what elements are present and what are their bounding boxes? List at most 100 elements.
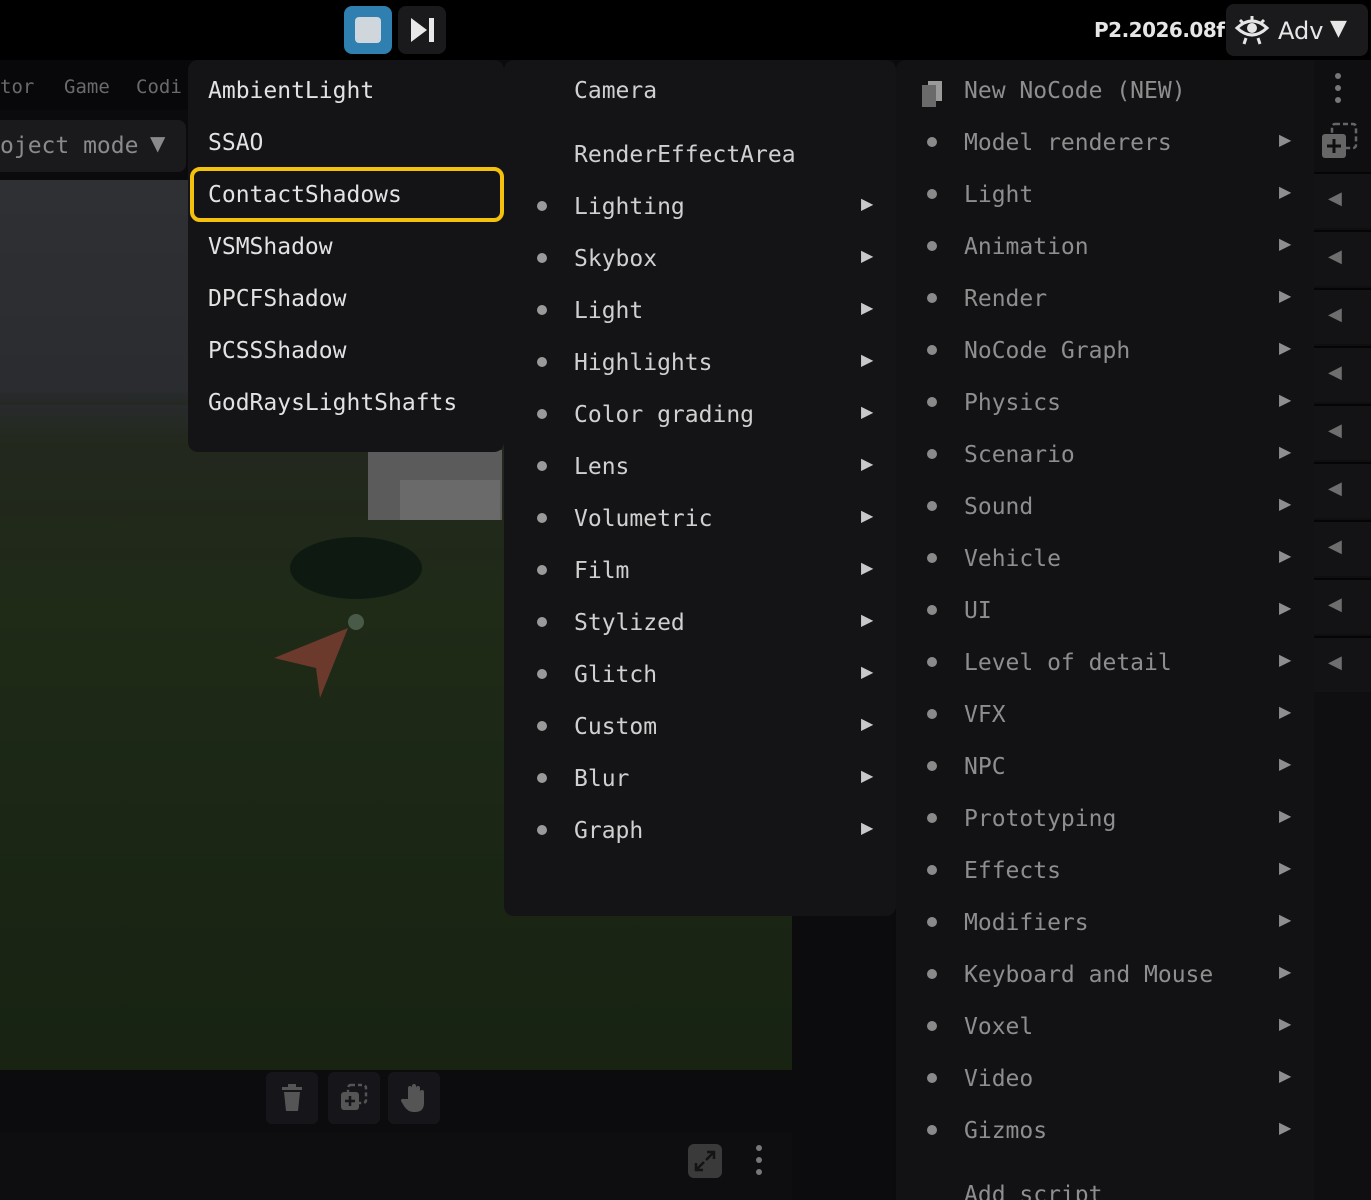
- menu-item-label: Lens: [574, 454, 630, 480]
- menu-item-voxel[interactable]: Voxel ▶: [896, 1000, 1314, 1052]
- menu-item-vsmshadow[interactable]: VSMShadow: [188, 220, 504, 272]
- menu-item-lighting[interactable]: Lighting ▶: [504, 180, 896, 232]
- menu-item-light[interactable]: Light ▶: [504, 284, 896, 336]
- menu-item-camera[interactable]: Camera: [504, 64, 896, 116]
- menu-item-level-of-detail[interactable]: Level of detail ▶: [896, 636, 1314, 688]
- menu-item-pcssshadow[interactable]: PCSSShadow: [188, 324, 504, 376]
- submenu-arrow-icon: ▶: [1279, 546, 1292, 565]
- bullet-icon: [537, 825, 547, 835]
- menu-item-light[interactable]: Light ▶: [896, 168, 1314, 220]
- menu-item-rendereffectarea[interactable]: RenderEffectArea: [504, 128, 896, 180]
- collapse-panel-button[interactable]: ◀: [1314, 636, 1371, 692]
- menu-item-model-renderers[interactable]: Model renderers ▶: [896, 116, 1314, 168]
- collapse-panel-button[interactable]: ◀: [1314, 288, 1371, 344]
- collapse-panel-button[interactable]: ◀: [1314, 346, 1371, 402]
- menu-item-keyboard-and-mouse[interactable]: Keyboard and Mouse ▶: [896, 948, 1314, 1000]
- menu-item-label: Level of detail: [964, 650, 1172, 676]
- bullet-icon: [537, 253, 547, 263]
- bullet-icon: [537, 357, 547, 367]
- menu-item-npc[interactable]: NPC ▶: [896, 740, 1314, 792]
- selected-item-highlight: [190, 167, 504, 222]
- menu-item-color-grading[interactable]: Color grading ▶: [504, 388, 896, 440]
- menu-item-add-script[interactable]: Add script: [896, 1168, 1314, 1200]
- collapse-panel-button[interactable]: ◀: [1314, 462, 1371, 518]
- menu-item-label: Stylized: [574, 610, 685, 636]
- menu-item-modifiers[interactable]: Modifiers ▶: [896, 896, 1314, 948]
- menu-item-label: Vehicle: [964, 546, 1061, 572]
- submenu-arrow-icon: ▶: [861, 766, 874, 785]
- collapse-left-icon: ◀: [1328, 652, 1342, 673]
- menu-item-video[interactable]: Video ▶: [896, 1052, 1314, 1104]
- menu-item-gizmos[interactable]: Gizmos ▶: [896, 1104, 1314, 1156]
- menu-item-new-nocode[interactable]: New NoCode (NEW): [896, 64, 1314, 116]
- menu-item-animation[interactable]: Animation ▶: [896, 220, 1314, 272]
- collapse-panel-button[interactable]: ◀: [1314, 578, 1371, 634]
- document-icon: [922, 81, 942, 107]
- menu-item-godrayslightshafts[interactable]: GodRaysLightShafts: [188, 376, 504, 428]
- submenu-arrow-icon: ▶: [1279, 962, 1292, 981]
- menu-item-nocode-graph[interactable]: NoCode Graph ▶: [896, 324, 1314, 376]
- submenu-arrow-icon: ▶: [861, 714, 874, 733]
- mode-dropdown[interactable]: oject mode ▼: [0, 120, 186, 172]
- bullet-icon: [537, 513, 547, 523]
- collapse-left-icon: ◀: [1328, 420, 1342, 441]
- menu-item-ui[interactable]: UI ▶: [896, 584, 1314, 636]
- expand-button[interactable]: [688, 1144, 722, 1178]
- bullet-icon: [537, 409, 547, 419]
- menu-item-vehicle[interactable]: Vehicle ▶: [896, 532, 1314, 584]
- bullet-icon: [537, 305, 547, 315]
- submenu-arrow-icon: ▶: [861, 506, 874, 525]
- tab-game[interactable]: Game: [64, 76, 110, 98]
- collapse-left-icon: ◀: [1328, 536, 1342, 557]
- menu-item-skybox[interactable]: Skybox ▶: [504, 232, 896, 284]
- menu-item-stylized[interactable]: Stylized ▶: [504, 596, 896, 648]
- submenu-arrow-icon: ▶: [1279, 442, 1292, 461]
- menu-item-sound[interactable]: Sound ▶: [896, 480, 1314, 532]
- more-vertical-icon[interactable]: [750, 1142, 768, 1178]
- menu-item-scenario[interactable]: Scenario ▶: [896, 428, 1314, 480]
- delete-button[interactable]: [266, 1072, 318, 1124]
- collapse-left-icon: ◀: [1328, 478, 1342, 499]
- menu-item-volumetric[interactable]: Volumetric ▶: [504, 492, 896, 544]
- collapse-left-icon: ◀: [1328, 594, 1342, 615]
- menu-item-custom[interactable]: Custom ▶: [504, 700, 896, 752]
- pan-button[interactable]: [388, 1072, 440, 1124]
- menu-item-lens[interactable]: Lens ▶: [504, 440, 896, 492]
- menu-item-label: Lighting: [574, 194, 685, 220]
- menu-item-ssao[interactable]: SSAO: [188, 116, 504, 168]
- menu-item-blur[interactable]: Blur ▶: [504, 752, 896, 804]
- collapse-panel-button[interactable]: ◀: [1314, 230, 1371, 286]
- submenu-arrow-icon: ▶: [861, 298, 874, 317]
- menu-item-prototyping[interactable]: Prototyping ▶: [896, 792, 1314, 844]
- chevron-down-icon: ▼: [150, 131, 166, 155]
- menu-item-ambientlight[interactable]: AmbientLight: [188, 64, 504, 116]
- bullet-icon: [927, 189, 937, 199]
- menu-item-graph[interactable]: Graph ▶: [504, 804, 896, 856]
- menu-item-render[interactable]: Render ▶: [896, 272, 1314, 324]
- stop-button[interactable]: [344, 6, 392, 54]
- collapse-panel-button[interactable]: ◀: [1314, 520, 1371, 576]
- more-vertical-icon[interactable]: [1329, 70, 1347, 106]
- menu-item-highlights[interactable]: Highlights ▶: [504, 336, 896, 388]
- menu-item-label: GodRaysLightShafts: [208, 390, 458, 416]
- menu-item-dpcfshadow[interactable]: DPCFShadow: [188, 272, 504, 324]
- menu-item-physics[interactable]: Physics ▶: [896, 376, 1314, 428]
- menu-item-label: Animation: [964, 234, 1089, 260]
- duplicate-button[interactable]: [328, 1072, 380, 1124]
- step-forward-button[interactable]: [398, 6, 446, 54]
- submenu-arrow-icon: ▶: [1279, 598, 1292, 617]
- submenu-arrow-icon: ▶: [861, 454, 874, 473]
- bullet-icon: [927, 397, 937, 407]
- menu-item-film[interactable]: Film ▶: [504, 544, 896, 596]
- adv-dropdown[interactable]: Adv ▼: [1226, 4, 1368, 56]
- trash-icon: [282, 1084, 302, 1111]
- tab-coding[interactable]: Codi: [136, 76, 182, 98]
- add-component-icon[interactable]: [1320, 122, 1360, 162]
- menu-item-glitch[interactable]: Glitch ▶: [504, 648, 896, 700]
- menu-item-label: Skybox: [574, 246, 658, 272]
- tab-editor[interactable]: tor: [0, 76, 34, 98]
- collapse-panel-button[interactable]: ◀: [1314, 172, 1371, 228]
- menu-item-effects[interactable]: Effects ▶: [896, 844, 1314, 896]
- menu-item-vfx[interactable]: VFX ▶: [896, 688, 1314, 740]
- collapse-panel-button[interactable]: ◀: [1314, 404, 1371, 460]
